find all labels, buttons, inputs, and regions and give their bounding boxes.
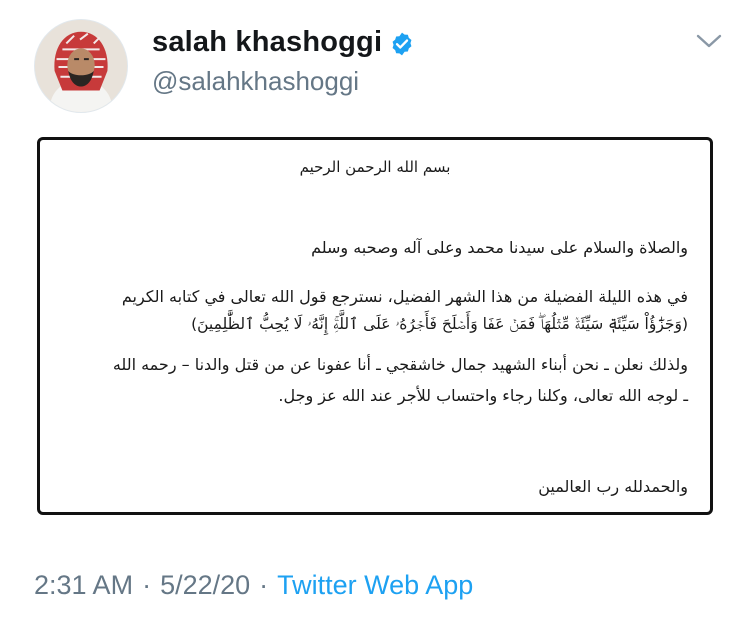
basmala-text: بسم الله الرحمن الرحيم (299, 158, 451, 176)
tweet-date[interactable]: 5/22/20 (160, 570, 250, 601)
profile-photo (35, 20, 127, 112)
tweet-source-link[interactable]: Twitter Web App (277, 570, 473, 601)
user-handle[interactable]: @salahkhashoggi (152, 66, 359, 97)
separator: · (142, 570, 152, 600)
statement-image[interactable]: بسم الله الرحمن الرحيم والصلاة والسلام ع… (37, 137, 713, 515)
chevron-down-icon[interactable] (694, 30, 724, 52)
closing-text: والحمدلله رب العالمين (538, 477, 688, 496)
paragraph1-line1: في هذه الليلة الفضيلة من هذا الشهر الفضي… (121, 287, 688, 306)
display-name[interactable]: salah khashoggi (152, 26, 382, 59)
avatar[interactable] (34, 19, 128, 113)
verified-badge-icon (392, 32, 412, 55)
tweet-time[interactable]: 2:31 AM (34, 570, 133, 601)
quran-verse: (وَجَزَٰٓؤُاْ سَيِّئَةٖ سَيِّئَةٞ مِّثۡل… (191, 315, 688, 333)
paragraph2-line1: ولذلك نعلن ـ نحن أبناء الشهيد جمال خاشقج… (112, 355, 688, 374)
separator: · (259, 570, 269, 600)
paragraph2-line2: ـ لوجه الله تعالى، وكلنا رجاء واحتساب لل… (278, 386, 688, 405)
salutation-text: والصلاة والسلام على سيدنا محمد وعلى آله … (311, 238, 688, 257)
tweet-metadata: 2:31 AM · 5/22/20 · Twitter Web App (34, 570, 473, 601)
